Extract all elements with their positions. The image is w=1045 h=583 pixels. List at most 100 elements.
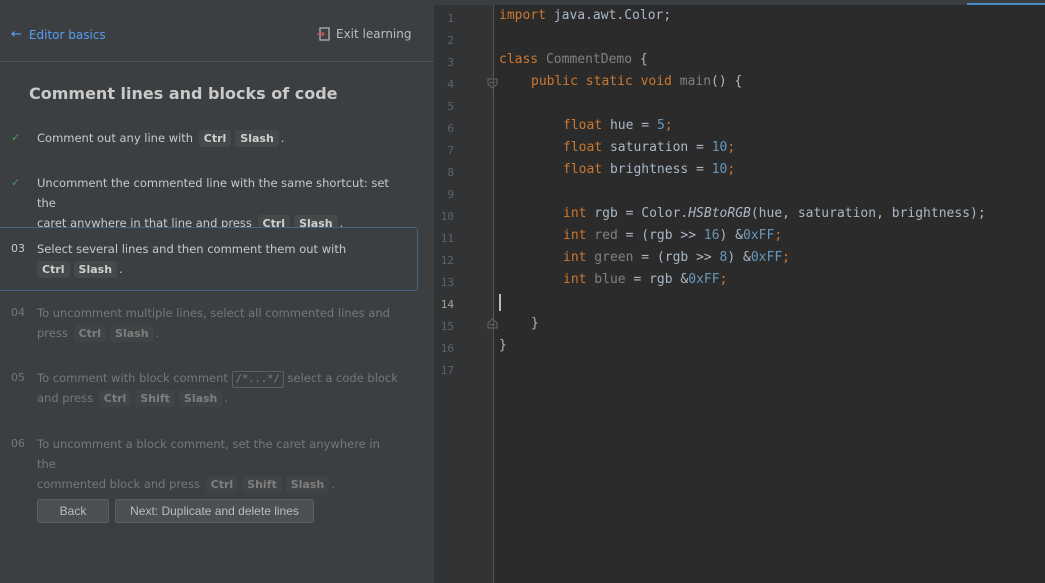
step-text-line: To uncomment a block comment, set the ca… (37, 437, 380, 471)
code-token: CommentDemo (538, 52, 633, 67)
step-text-line: To uncomment multiple lines, select all … (37, 306, 390, 320)
line-number: 10 (440, 210, 454, 223)
line-number: 12 (440, 254, 454, 267)
step-text: Uncomment the commented line with the sa… (37, 173, 402, 233)
shortcut-key: Slash (178, 390, 223, 407)
arrow-left-icon: ← (11, 27, 22, 42)
code-token: ; (664, 118, 673, 133)
step-text-line: Uncomment the commented line with the sa… (37, 176, 389, 210)
step-text-part: . (119, 262, 123, 276)
code-token: () { (711, 74, 743, 89)
exit-icon (317, 27, 330, 41)
next-lesson-button[interactable]: Next: Duplicate and delete lines (115, 499, 314, 523)
header-divider (0, 61, 434, 62)
line-number: 4 (447, 78, 454, 91)
code-line-11: int red = (rgb >> 16) &0xFF; (563, 228, 782, 243)
code-line-1: import java.awt.Color; (499, 8, 671, 23)
step-text: To uncomment multiple lines, select all … (37, 303, 402, 343)
code-line-12: int green = (rgb >> 8) &0xFF; (563, 250, 790, 265)
line-number: 6 (447, 122, 454, 135)
step-number: 03 (11, 242, 25, 255)
code-token: 0xFF (750, 250, 783, 265)
code-token: 0xFF (743, 228, 775, 243)
step-text-part: . (331, 477, 335, 491)
checkmark-icon: ✓ (11, 176, 21, 189)
code-token: brightness = (602, 162, 712, 177)
code-token: { (632, 52, 648, 67)
back-to-lessons-link[interactable]: ← Editor basics (11, 27, 106, 42)
task-step-3-current: 03 Select several lines and then comment… (0, 227, 418, 291)
step-text: Comment out any line with Ctrl Slash. (37, 128, 402, 148)
back-button[interactable]: Back (37, 499, 109, 523)
code-line-8: float brightness = 10; (563, 162, 735, 177)
shortcut-key: Slash (285, 476, 330, 493)
code-editor[interactable]: 1 2 3 4 5 6 7 8 9 10 11 12 13 14 15 16 1… (434, 0, 1045, 583)
shortcut-key: Ctrl (98, 390, 132, 407)
line-number-active: 14 (440, 298, 454, 311)
code-line-13: int blue = rgb &0xFF; (563, 272, 727, 287)
line-number-gutter[interactable]: 1 2 3 4 5 6 7 8 9 10 11 12 13 14 15 16 1… (434, 5, 498, 583)
code-token: = rgb & (625, 272, 689, 287)
line-number: 1 (447, 12, 454, 25)
exit-learning-link[interactable]: Exit learning (317, 27, 412, 41)
code-token: green (586, 250, 634, 265)
panel-header: ← Editor basics Exit learning (0, 0, 434, 62)
code-token: = (rgb >> (633, 250, 720, 265)
code-line-3: class CommentDemo { (499, 52, 648, 67)
step-number: 05 (11, 371, 25, 384)
line-number: 8 (447, 166, 454, 179)
shortcut-key: Slash (235, 130, 279, 147)
step-text-line: Select several lines and then comment th… (37, 242, 347, 256)
code-token: int (563, 272, 587, 287)
step-text-line: press Ctrl Slash. (37, 323, 402, 343)
code-token: 10 (711, 140, 728, 155)
step-text-part: . (224, 391, 229, 405)
code-token: ; (727, 162, 736, 177)
code-token: ) & (727, 250, 751, 265)
code-snippet: /*...*/ (231, 371, 284, 388)
step-text-part: Comment out any line with (37, 131, 194, 145)
code-token: int (563, 250, 587, 265)
code-token: java.awt.Color; (545, 8, 672, 23)
code-token: class (499, 52, 539, 67)
step-text: To comment with block comment /*...*/ se… (37, 368, 402, 408)
step-text: To uncomment a block comment, set the ca… (37, 434, 402, 494)
step-text-line: and press Ctrl Shift Slash. (37, 388, 402, 408)
code-token: float (563, 162, 603, 177)
shortcut-key: Ctrl (205, 476, 239, 493)
gutter-divider (493, 5, 494, 583)
code-line-7: float saturation = 10; (563, 140, 735, 155)
learning-panel: ← Editor basics Exit learning Comment li… (0, 0, 434, 583)
shortcut-key: Slash (110, 325, 154, 342)
code-token: ; (782, 250, 790, 265)
code-token: ; (727, 140, 736, 155)
step-number: 06 (11, 437, 25, 450)
code-token: int (563, 228, 587, 243)
code-line-15: } (531, 316, 539, 331)
code-line-4: public static void main() { (531, 74, 742, 89)
step-text-line: commented block and press Ctrl Shift Slash… (37, 474, 402, 494)
back-link-label: Editor basics (28, 27, 106, 42)
code-token: red (586, 228, 618, 243)
exit-link-label: Exit learning (336, 27, 412, 41)
shortcut-key: Ctrl (37, 261, 70, 278)
step-number: 04 (11, 306, 25, 319)
shortcut-key: Shift (242, 476, 282, 493)
line-number: 16 (440, 342, 454, 355)
task-step-2: ✓ Uncomment the commented line with the … (0, 173, 418, 232)
step-text-part: and press (37, 391, 94, 405)
code-token: int (563, 206, 587, 221)
code-token: ) & (719, 228, 744, 243)
line-number: 5 (447, 100, 454, 113)
editor-tab-strip (434, 0, 1045, 5)
line-number: 9 (447, 188, 454, 201)
step-text-part: . (155, 326, 160, 340)
code-token: 16 (703, 228, 720, 243)
task-step-6: 06 To uncomment a block comment, set the… (0, 434, 418, 493)
code-token: saturation = (602, 140, 712, 155)
code-token: hue = (602, 118, 657, 133)
code-token: float (563, 140, 603, 155)
code-line-10: int rgb = Color.HSBtoRGB(hue, saturation… (563, 206, 986, 221)
active-tab-indicator (967, 3, 1045, 5)
shortcut-key: Ctrl (198, 130, 232, 147)
